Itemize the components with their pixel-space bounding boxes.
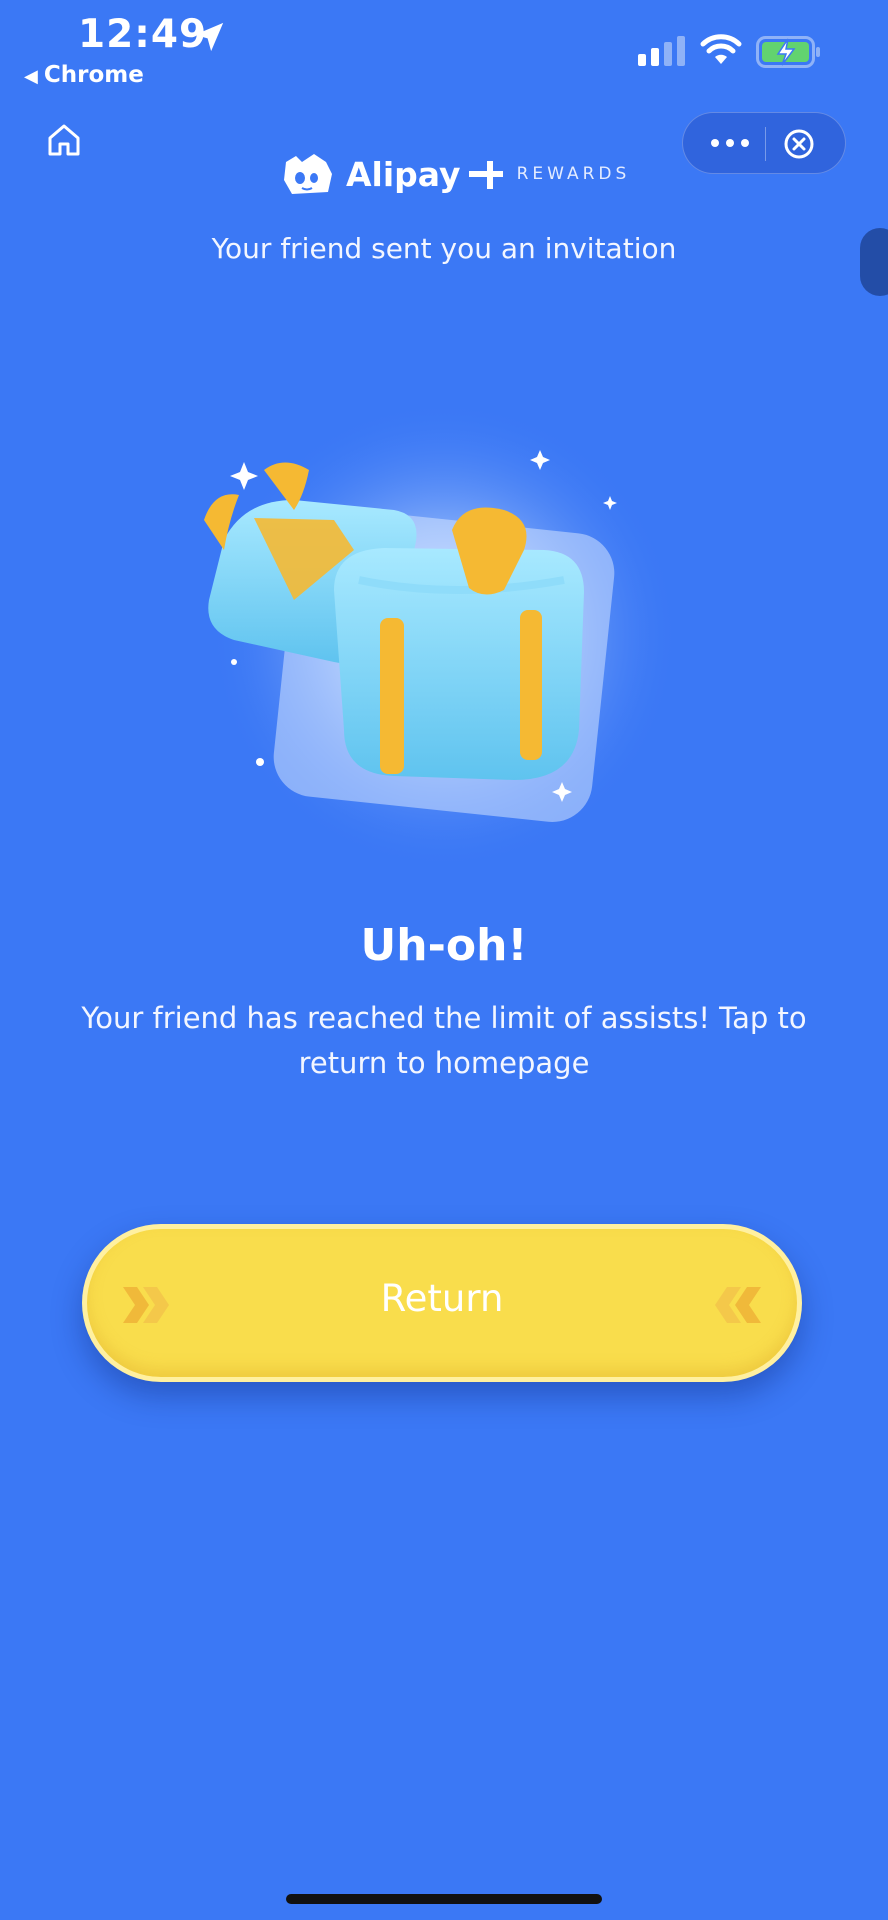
location-arrow-icon <box>194 22 224 52</box>
cellular-signal-icon <box>638 36 685 66</box>
capsule-divider <box>765 127 766 161</box>
brand-name: Alipay <box>346 154 461 194</box>
plus-logo-icon <box>468 161 503 189</box>
return-button[interactable]: Return <box>82 1224 802 1382</box>
double-chevron-left-icon <box>715 1287 761 1323</box>
battery-charging-icon <box>756 36 820 68</box>
brand-tagline: REWARDS <box>516 164 631 184</box>
more-dots-icon[interactable] <box>705 131 755 155</box>
close-circle-icon[interactable] <box>783 128 815 160</box>
result-title: Uh-oh! <box>360 920 528 971</box>
back-triangle-icon: ◀ <box>24 66 38 87</box>
wifi-icon <box>700 34 742 64</box>
home-indicator[interactable] <box>286 1894 602 1904</box>
return-button-label: Return <box>380 1277 504 1320</box>
screen: 12:49 ◀ Chrome Alipay REWARDS Your frien… <box>0 0 888 1920</box>
back-to-app-link[interactable]: ◀ Chrome <box>24 62 144 88</box>
open-gift-box-illustration <box>204 400 679 870</box>
alipay-mascot-logo-icon <box>284 154 332 194</box>
back-app-label: Chrome <box>43 62 144 88</box>
invitation-text: Your friend sent you an invitation <box>211 232 677 265</box>
miniprogram-capsule <box>682 112 846 174</box>
status-time: 12:49 <box>78 12 208 57</box>
result-message: Your friend has reached the limit of ass… <box>81 1001 807 1080</box>
home-icon[interactable] <box>44 120 84 160</box>
brand-header: Alipay REWARDS <box>278 148 630 200</box>
